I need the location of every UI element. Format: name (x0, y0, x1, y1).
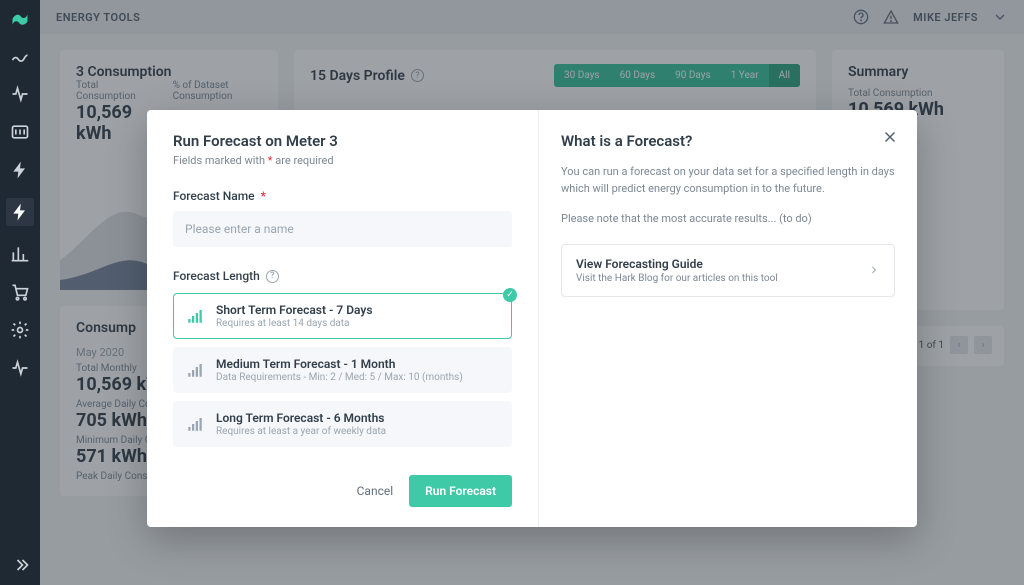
cancel-button[interactable]: Cancel (357, 484, 394, 498)
forecast-option-short[interactable]: Short Term Forecast - 7 Days Requires at… (173, 293, 512, 339)
nav-sliders-icon[interactable] (10, 122, 30, 142)
forecast-modal: Run Forecast on Meter 3 Fields marked wi… (147, 110, 917, 527)
info-p2: Please note that the most accurate resul… (561, 211, 895, 228)
modal-overlay: Run Forecast on Meter 3 Fields marked wi… (40, 0, 1024, 585)
close-button[interactable] (881, 128, 899, 146)
forecast-option-medium[interactable]: Medium Term Forecast - 1 Month Data Requ… (173, 347, 512, 393)
length-help-icon[interactable]: ? (266, 270, 279, 283)
forecasting-guide-link[interactable]: View Forecasting Guide Visit the Hark Bl… (561, 244, 895, 297)
nav-settings-icon[interactable] (10, 320, 30, 340)
opt1-desc: Requires at least 14 days data (216, 318, 373, 329)
guide-title: View Forecasting Guide (576, 257, 778, 271)
signal-icon (186, 361, 204, 379)
forecast-name-label: Forecast Name * (173, 189, 512, 203)
nav-cart-icon[interactable] (10, 282, 30, 302)
nav-dashboard-icon[interactable] (10, 46, 30, 66)
opt2-desc: Data Requirements - Min: 2 / Med: 5 / Ma… (216, 372, 463, 383)
nav-pulse-icon[interactable] (10, 358, 30, 378)
modal-title: Run Forecast on Meter 3 (173, 132, 512, 150)
info-p1: You can run a forecast on your data set … (561, 164, 895, 197)
forecast-option-long[interactable]: Long Term Forecast - 6 Months Requires a… (173, 401, 512, 447)
forecast-name-input[interactable] (173, 211, 512, 247)
nav-chart-icon[interactable] (10, 244, 30, 264)
sidebar (0, 0, 40, 585)
run-forecast-button[interactable]: Run Forecast (409, 475, 512, 507)
opt3-desc: Requires at least a year of weekly data (216, 426, 386, 437)
info-title: What is a Forecast? (561, 132, 895, 150)
check-icon: ✓ (503, 288, 517, 302)
forecast-length-label: Forecast Length ? (173, 269, 512, 283)
guide-desc: Visit the Hark Blog for our articles on … (576, 273, 778, 284)
app-logo (10, 8, 30, 28)
chevron-right-icon (868, 261, 880, 280)
nav-bolt-icon[interactable] (10, 160, 30, 180)
opt3-title: Long Term Forecast - 6 Months (216, 411, 386, 425)
signal-icon (186, 307, 204, 325)
opt2-title: Medium Term Forecast - 1 Month (216, 357, 463, 371)
sidebar-expand-icon[interactable] (10, 555, 30, 575)
modal-subtitle: Fields marked with * are required (173, 154, 512, 167)
nav-bolt-active-icon[interactable] (6, 198, 34, 226)
nav-activity-icon[interactable] (10, 84, 30, 104)
signal-icon (186, 415, 204, 433)
opt1-title: Short Term Forecast - 7 Days (216, 303, 373, 317)
